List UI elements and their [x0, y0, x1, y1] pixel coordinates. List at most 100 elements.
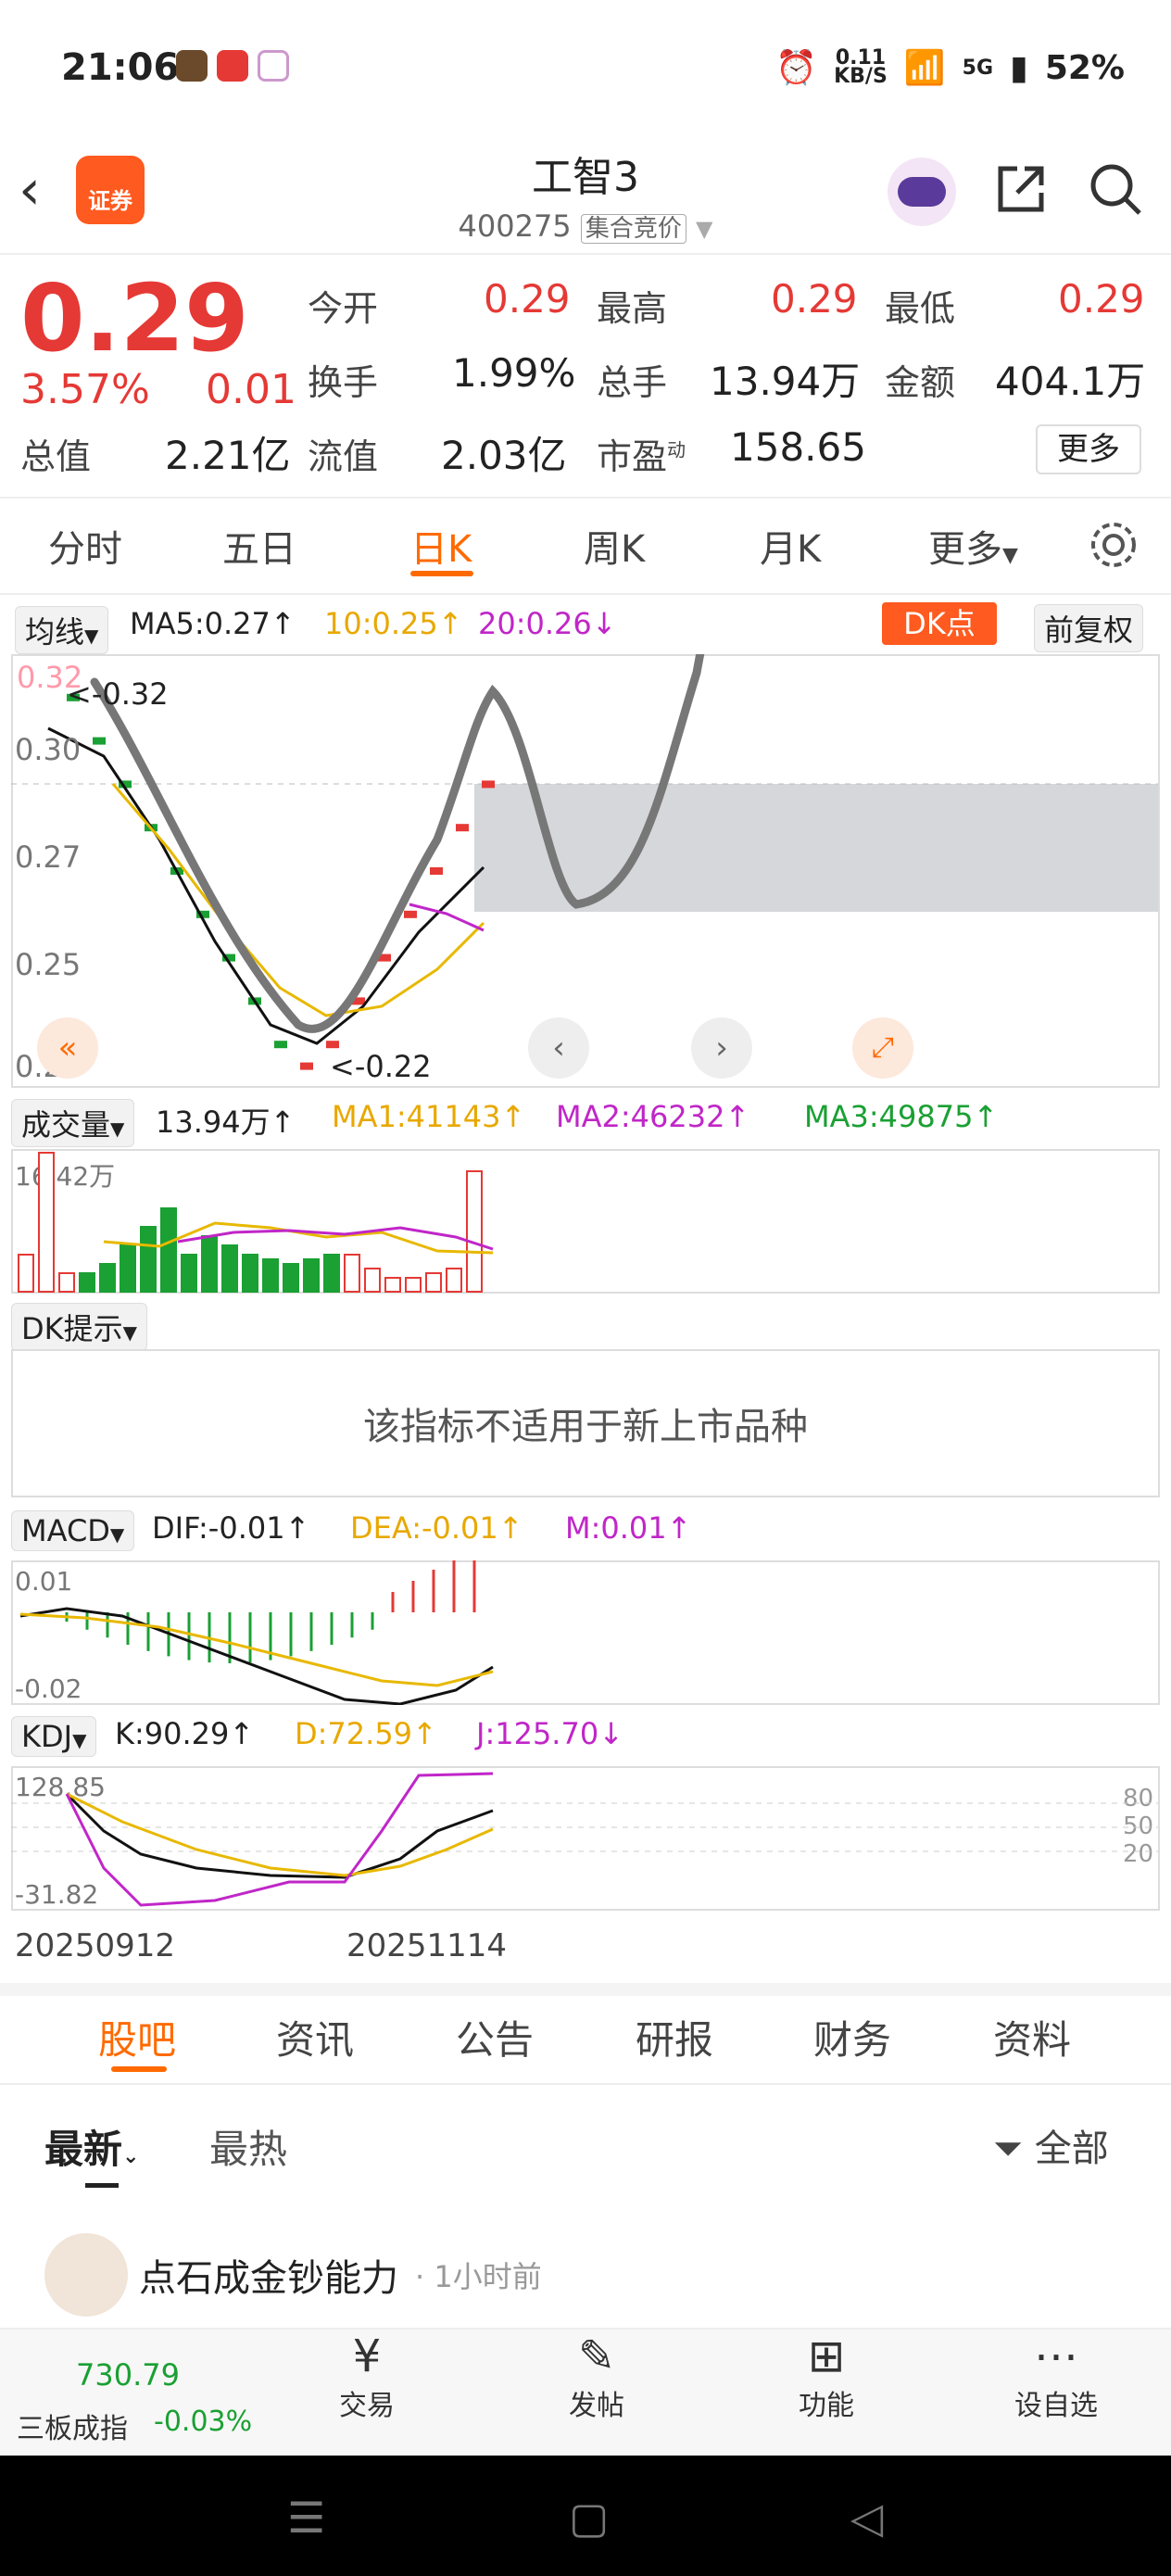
kdj-d: D:72.59↑ — [295, 1716, 437, 1751]
nav-function[interactable]: ⊞ 功能 — [762, 2330, 891, 2423]
nav-watchlist[interactable]: ⋯ 设自选 — [991, 2330, 1121, 2423]
tab-more[interactable]: 更多▼ — [928, 519, 1018, 573]
home-icon[interactable]: ▢ — [569, 2493, 609, 2543]
pe-label: 市盈动 — [597, 436, 686, 477]
rewind-button[interactable]: « — [37, 1017, 98, 1079]
open-value: 0.29 — [484, 276, 571, 322]
auction-badge: 集合竞价 — [580, 214, 686, 244]
volume-label: 总手 — [597, 362, 668, 403]
index-name[interactable]: 三板成指 — [17, 2406, 128, 2446]
battery-level: 52% — [1044, 48, 1125, 87]
volume-bar — [466, 1170, 483, 1293]
status-bar: 21:06 ⏰ 0.11 KB/S 📶 5G ▮ 52% — [0, 0, 1171, 139]
index-pct: -0.03% — [154, 2406, 253, 2438]
ma-selector[interactable]: 均线▼ — [15, 606, 109, 654]
kdj-chart — [11, 1772, 1158, 1907]
index-value: 730.79 — [76, 2357, 180, 2393]
nav-trade[interactable]: ¥ 交易 — [302, 2330, 432, 2423]
macd-selector[interactable]: MACD▼ — [11, 1510, 135, 1551]
ma10: 10:0.25↑ — [324, 606, 463, 641]
candle — [93, 737, 106, 745]
turnover-value: 1.99% — [452, 350, 576, 396]
min-label: <-0.22 — [330, 1049, 432, 1084]
volume-bar — [364, 1268, 381, 1293]
menu-icon[interactable]: ☰ — [287, 2493, 325, 2543]
macd-m: M:0.01↑ — [565, 1510, 692, 1546]
tab-intraday[interactable]: 分时 — [48, 519, 122, 573]
wifi-icon: 📶 — [903, 49, 946, 87]
tab-indicator — [111, 2066, 167, 2072]
scroll-right-button[interactable]: › — [691, 1017, 752, 1079]
post-user[interactable]: 点石成金钞能力 — [139, 2248, 398, 2302]
tab-notice[interactable]: 公告 — [456, 2009, 534, 2065]
expand-icon[interactable]: ⤢ — [852, 1017, 913, 1079]
grid-icon: ⊞ — [807, 2330, 846, 2382]
candle — [274, 1041, 287, 1049]
candle — [404, 910, 417, 918]
tab-finance[interactable]: 财务 — [813, 2009, 891, 2065]
volume-selector[interactable]: 成交量▼ — [11, 1099, 135, 1147]
amount-value: 404.1万 — [995, 359, 1146, 404]
macd-chart — [19, 1560, 494, 1705]
tab-profile[interactable]: 资料 — [993, 2009, 1071, 2065]
tab-monthly[interactable]: 月K — [760, 519, 821, 573]
vol-ma2: MA2:46232↑ — [556, 1099, 750, 1134]
search-icon[interactable] — [1086, 159, 1145, 219]
volume-bar — [242, 1254, 258, 1293]
kline-chart[interactable] — [11, 654, 1160, 1088]
volume-bar — [181, 1254, 197, 1293]
network-type: 5G — [962, 56, 994, 80]
share-icon[interactable] — [991, 159, 1051, 219]
float-label: 流值 — [308, 436, 379, 477]
tab-weekly[interactable]: 周K — [584, 519, 645, 573]
divider — [0, 253, 1171, 255]
tab-research[interactable]: 研报 — [636, 2009, 713, 2065]
sort-hot[interactable]: 最热 — [209, 2118, 287, 2175]
tab-5day[interactable]: 五日 — [222, 519, 296, 573]
back-icon[interactable]: ◁ — [850, 2493, 883, 2543]
volume-bar — [160, 1207, 177, 1293]
dk-point-button[interactable]: DK点 — [882, 602, 997, 645]
mcap-value: 2.21亿 — [165, 433, 291, 478]
chevron-down-icon: ▼ — [696, 216, 713, 242]
more-button[interactable]: 更多 — [1036, 424, 1141, 474]
amount-label: 金额 — [885, 362, 956, 403]
date-mid: 20251114 — [346, 1927, 508, 1964]
ma5-line — [47, 726, 485, 1045]
nav-post[interactable]: ✎ 发帖 — [532, 2330, 661, 2423]
volume-bar — [38, 1152, 55, 1293]
open-label: 今开 — [308, 288, 379, 329]
robot-icon[interactable] — [888, 158, 956, 226]
volume-bar — [446, 1268, 462, 1293]
settings-icon[interactable] — [1088, 519, 1140, 571]
volume-bar — [425, 1272, 442, 1293]
max-label: <-0.32 — [67, 676, 169, 712]
candle — [300, 1062, 313, 1070]
volume-bar — [18, 1254, 34, 1293]
volume-chart — [18, 1152, 494, 1293]
low-label: 最低 — [885, 288, 956, 329]
adjust-button[interactable]: 前复权 — [1034, 604, 1144, 652]
avatar[interactable] — [44, 2233, 128, 2317]
tab-guba[interactable]: 股吧 — [98, 2009, 176, 2065]
sort-latest[interactable]: 最新⌄ — [44, 2118, 139, 2175]
current-price: 0.29 — [20, 264, 249, 373]
filter-button[interactable]: ⏷ 全部 — [993, 2118, 1109, 2172]
volume-bar — [201, 1235, 218, 1293]
dk-selector[interactable]: DK提示▼ — [11, 1303, 148, 1351]
tab-news[interactable]: 资讯 — [276, 2009, 354, 2065]
kdj-selector[interactable]: KDJ▼ — [11, 1716, 97, 1757]
ma5: MA5:0.27↑ — [130, 606, 296, 641]
kdj-j: J:125.70↓ — [476, 1716, 623, 1751]
filter-icon: ⏷ — [993, 2128, 1023, 2170]
status-time: 21:06 — [61, 46, 180, 89]
ma20-line — [409, 903, 485, 932]
highlight-zone — [474, 784, 1158, 912]
trade-icon: ¥ — [352, 2330, 382, 2382]
tab-daily[interactable]: 日K — [410, 519, 472, 573]
scroll-left-button[interactable]: ‹ — [528, 1017, 589, 1079]
pe-value: 158.65 — [730, 424, 866, 470]
status-right: ⏰ 0.11 KB/S 📶 5G ▮ 52% — [775, 48, 1125, 88]
y-axis-label: 0.25 — [15, 947, 82, 982]
volume-bar — [384, 1277, 401, 1293]
